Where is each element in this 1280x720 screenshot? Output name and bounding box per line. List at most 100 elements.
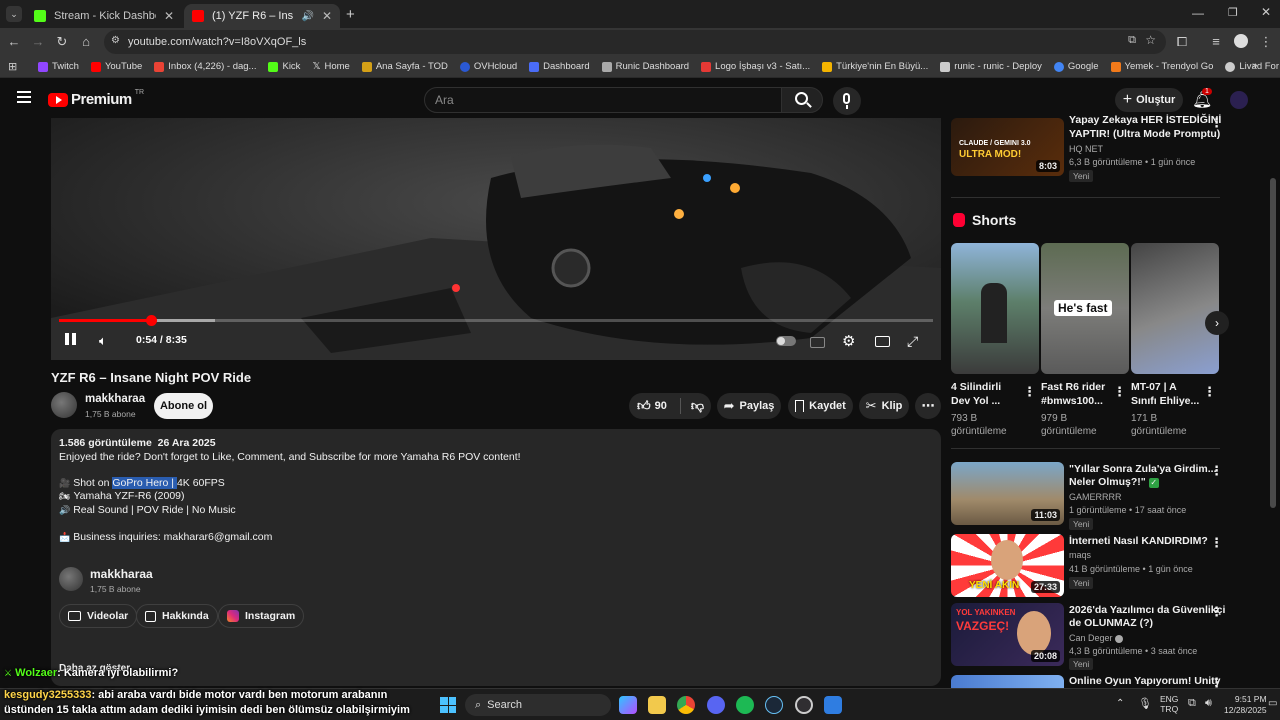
video-thumbnail[interactable] xyxy=(951,675,1064,688)
menu-icon[interactable]: ⋮ xyxy=(1258,34,1274,50)
bookmark-livad[interactable]: Livad For Streamers xyxy=(1219,61,1280,72)
chrome-icon[interactable] xyxy=(677,696,695,714)
bookmark-kick[interactable]: Kick xyxy=(262,61,306,72)
scrubber-handle[interactable] xyxy=(145,315,157,326)
voice-search-button[interactable] xyxy=(833,87,861,115)
bookmark-home[interactable]: 𝕏 Home xyxy=(306,61,355,72)
bookmark-runic-deploy[interactable]: runic - runic - Deploy xyxy=(934,61,1048,72)
bookmark-google[interactable]: Google xyxy=(1048,61,1105,72)
more-vert-icon[interactable]: ⋮ xyxy=(1113,384,1126,400)
short-title[interactable]: Sınıfı Ehliye... xyxy=(1131,395,1199,408)
description-channel-avatar[interactable] xyxy=(59,567,83,591)
channel-name[interactable]: maqs xyxy=(1069,550,1091,560)
bookmark-inbox[interactable]: Inbox (4,226) - dag... xyxy=(148,61,262,72)
search-input[interactable]: Ara xyxy=(424,87,782,113)
save-button[interactable]: Kaydet xyxy=(788,393,853,419)
more-vert-icon[interactable]: ⋮ xyxy=(1210,463,1223,479)
video-title[interactable]: Yapay Zekaya HER İSTEDİĞİNİ xyxy=(1069,114,1221,127)
youtube-logo[interactable]: Premium TR xyxy=(48,89,144,108)
more-vert-icon[interactable]: ⋮ xyxy=(1210,115,1223,131)
network-icon[interactable]: ⧉ xyxy=(1188,697,1196,710)
reading-list-icon[interactable]: ≡ xyxy=(1208,34,1224,50)
video-title[interactable]: "Yıllar Sonra Zula'ya Girdim... xyxy=(1069,463,1217,476)
video-player[interactable]: 🔈︎ 0:54 / 8:35 ⚙ ⤢ xyxy=(51,118,941,360)
search-button[interactable] xyxy=(781,87,823,113)
language-indicator[interactable]: ENG TRQ xyxy=(1160,694,1178,714)
clip-button[interactable]: ✂ Klip xyxy=(859,393,909,419)
bookmark-youtube[interactable]: YouTube xyxy=(85,61,148,72)
pause-button[interactable] xyxy=(65,333,76,348)
description-channel-name[interactable]: makkharaa xyxy=(90,567,153,581)
close-tab-icon[interactable]: ✕ xyxy=(164,9,174,23)
bookmark-twitch[interactable]: Twitch xyxy=(32,61,85,72)
volume-button[interactable]: 🔈︎ xyxy=(99,333,107,349)
channel-name[interactable]: GAMERRRR xyxy=(1069,492,1122,502)
short-title[interactable]: 4 Silindirli xyxy=(951,381,1001,394)
copilot-icon[interactable] xyxy=(619,696,637,714)
bookmark-turkiye[interactable]: Türkiye'nin En Büyü... xyxy=(816,61,934,72)
more-vert-icon[interactable]: ⋮ xyxy=(1210,535,1223,551)
channel-name[interactable]: Can Deger xyxy=(1069,633,1124,643)
videos-link-button[interactable]: Videolar xyxy=(59,604,138,628)
about-link-button[interactable]: Hakkında xyxy=(136,604,218,628)
tray-overflow-icon[interactable]: ⌃ xyxy=(1116,698,1124,709)
page-scrollbar[interactable] xyxy=(1270,178,1276,508)
microphone-tray-icon[interactable]: 🎙︎ xyxy=(1138,697,1152,710)
bookmark-logo-isbasi[interactable]: Logo İşbaşı v3 - Satı... xyxy=(695,61,816,72)
tab-list-icon[interactable]: ⌄ xyxy=(6,6,22,22)
create-button[interactable]: + Oluştur xyxy=(1115,88,1183,112)
notifications-button[interactable]: 🔔︎ 1 xyxy=(1192,88,1212,110)
close-tab-icon[interactable]: ✕ xyxy=(322,9,332,23)
dislike-button[interactable]: 👎︎ xyxy=(686,398,704,414)
bookmark-trendyol[interactable]: Yemek - Trendyol Go xyxy=(1105,61,1220,72)
video-thumbnail[interactable]: YENİ AKIN 27:33 xyxy=(951,534,1064,597)
obs-icon[interactable] xyxy=(795,696,813,714)
short-thumbnail[interactable] xyxy=(1131,243,1219,374)
speaker-icon[interactable]: 🔊 xyxy=(301,11,313,22)
tab-youtube-video[interactable]: (1) YZF R6 – Insane Night P 🔊 ✕ xyxy=(184,4,340,28)
cast-icon[interactable]: ⧉ xyxy=(1128,34,1136,47)
video-title[interactable]: de OLUNMAZ (?) xyxy=(1069,617,1153,630)
video-title[interactable]: YAPTIR! (Ultra Mode Promptu) xyxy=(1069,128,1220,141)
close-window-icon[interactable]: ✕ xyxy=(1261,5,1271,19)
share-button[interactable]: ➦ Paylaş xyxy=(717,393,781,419)
bookmark-star-icon[interactable]: ☆ xyxy=(1145,33,1156,47)
short-title[interactable]: MT-07 | A xyxy=(1131,381,1177,394)
more-vert-icon[interactable]: ⋮ xyxy=(1210,604,1223,620)
channel-avatar[interactable] xyxy=(51,392,77,418)
video-title[interactable]: Online Oyun Yapıyorum! Unity xyxy=(1069,675,1221,688)
theater-mode-icon[interactable] xyxy=(875,336,890,347)
subscribe-button[interactable]: Abone ol xyxy=(154,393,213,419)
like-button[interactable]: 👍︎ 90 xyxy=(637,398,667,414)
forward-icon[interactable]: → xyxy=(30,34,46,50)
channel-name[interactable]: HQ NET xyxy=(1069,144,1103,154)
video-title[interactable]: Neler Olmuş?!" ✓ xyxy=(1069,476,1159,489)
video-title[interactable]: 2026'da Yazılımcı da Güvenlikçi xyxy=(1069,604,1225,617)
video-thumbnail[interactable]: YOL YAKINKEN VAZGEÇ! 20:08 xyxy=(951,603,1064,666)
subtitles-icon[interactable] xyxy=(810,337,825,348)
site-info-icon[interactable]: ⚙ xyxy=(111,35,120,46)
app-g-icon[interactable] xyxy=(824,696,842,714)
bookmark-dashboard[interactable]: Dashboard xyxy=(523,61,595,72)
video-title[interactable]: İnterneti Nasıl KANDIRDIM? xyxy=(1069,535,1208,548)
new-tab-button[interactable]: + xyxy=(346,6,355,23)
instagram-link-button[interactable]: Instagram xyxy=(218,604,305,628)
short-thumbnail[interactable]: He's fast xyxy=(1041,243,1129,374)
minimize-icon[interactable]: — xyxy=(1192,6,1204,20)
address-bar[interactable]: ⚙ youtube.com/watch?v=I8oVXqOF_ls ⧉ ☆ xyxy=(104,30,1166,54)
short-thumbnail[interactable] xyxy=(951,243,1039,374)
file-explorer-icon[interactable] xyxy=(648,696,666,714)
volume-tray-icon[interactable]: 🔊︎ xyxy=(1205,697,1212,710)
fullscreen-icon[interactable]: ⤢ xyxy=(907,333,918,350)
hamburger-menu-icon[interactable] xyxy=(17,91,31,103)
short-title[interactable]: Fast R6 rider xyxy=(1041,381,1105,394)
apps-icon[interactable]: ⊞ xyxy=(8,60,17,73)
bookmark-ovhcloud[interactable]: OVHcloud xyxy=(454,61,523,72)
video-thumbnail[interactable]: 11:03 xyxy=(951,462,1064,525)
reload-icon[interactable]: ↻ xyxy=(54,34,70,50)
bookmark-tod[interactable]: Ana Sayfa - TOD xyxy=(356,61,454,72)
description-box[interactable]: 1.586 görüntüleme 26 Ara 2025 Enjoyed th… xyxy=(51,429,941,686)
notification-center-icon[interactable]: ▭ xyxy=(1268,698,1277,709)
profile-avatar-icon[interactable] xyxy=(1233,34,1249,50)
more-vert-icon[interactable]: ⋮ xyxy=(1203,384,1216,400)
